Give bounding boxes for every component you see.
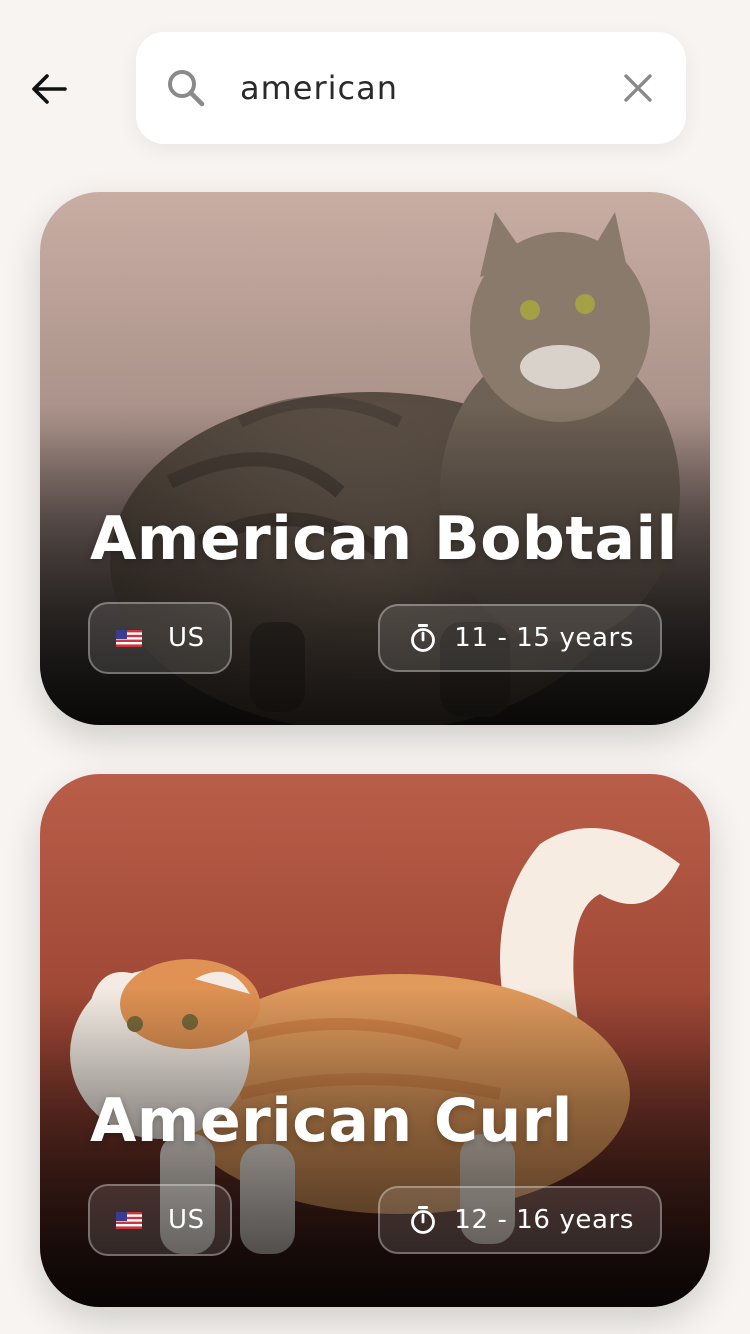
breed-name: American Curl: [90, 1086, 573, 1156]
life-span: 11 - 15 years: [454, 623, 634, 653]
origin-chip: US: [88, 1184, 232, 1256]
breed-card-american-bobtail[interactable]: American Bobtail US 11 - 15 years: [40, 192, 710, 725]
origin-chip: US: [88, 602, 232, 674]
us-flag-icon: [116, 1211, 142, 1229]
clear-search-button[interactable]: [616, 66, 660, 110]
life-span-chip: 11 - 15 years: [378, 604, 662, 672]
breed-name: American Bobtail: [90, 504, 678, 574]
breed-card-american-curl[interactable]: American Curl US 12 - 16 years: [40, 774, 710, 1307]
timer-icon: [411, 624, 436, 652]
life-span-chip: 12 - 16 years: [378, 1186, 662, 1254]
timer-icon: [411, 1206, 436, 1234]
arrow-left-icon: [32, 74, 67, 104]
back-button[interactable]: [22, 62, 76, 116]
us-flag-icon: [116, 629, 142, 647]
origin-code: US: [168, 1205, 205, 1235]
close-icon: [624, 74, 652, 102]
origin-code: US: [168, 623, 205, 653]
search-bar: [136, 32, 686, 144]
search-input[interactable]: [240, 60, 600, 116]
life-span: 12 - 16 years: [454, 1205, 634, 1235]
search-icon: [168, 70, 205, 107]
